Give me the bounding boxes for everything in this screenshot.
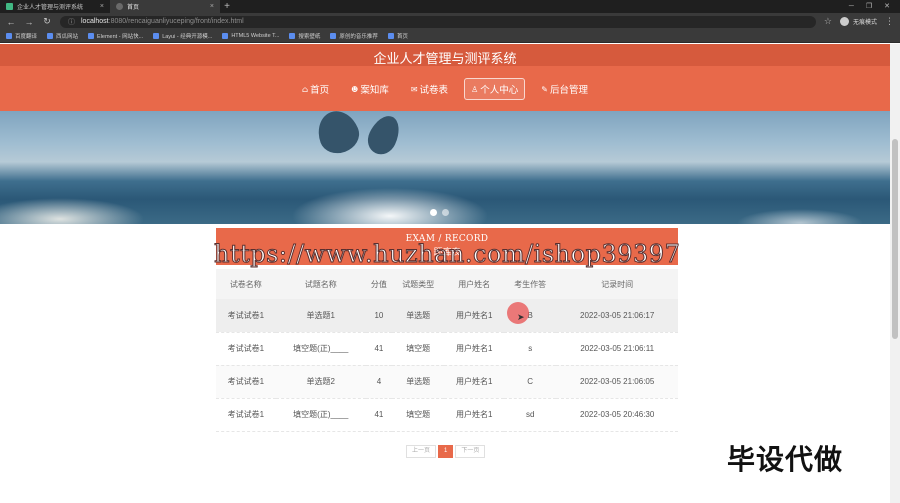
wave-splash bbox=[0, 171, 890, 224]
record-table: 试卷名称 试题名称 分值 试题类型 用户姓名 考生作答 记录时间 考试试卷1 单选… bbox=[216, 269, 678, 432]
scrollbar-thumb[interactable] bbox=[892, 139, 898, 339]
close-tab-icon[interactable]: × bbox=[210, 3, 214, 10]
address-bar: ← → ↻ ⓘ localhost:8080/rencaiguanliyucep… bbox=[0, 13, 900, 30]
carousel-indicators bbox=[430, 209, 449, 216]
bookmark-star-icon[interactable]: ☆ bbox=[824, 16, 832, 27]
site-header: 企业人才管理与测评系统 ⌂ 首页 ☻ 案知库 ✉ 试卷表 ♙ 个人中心 ✎ 后台管理 bbox=[0, 44, 890, 111]
main-nav: ⌂ 首页 ☻ 案知库 ✉ 试卷表 ♙ 个人中心 ✎ 后台管理 bbox=[0, 78, 890, 100]
table-row[interactable]: 考试试卷1 单选题2 4 单选题 用户姓名1 C 2022-03-05 21:06:05 bbox=[216, 365, 678, 399]
prev-page-button[interactable]: 上一页 bbox=[406, 445, 437, 458]
tab-title: 首页 bbox=[127, 5, 140, 11]
text-watermark: 毕设代做 bbox=[727, 443, 844, 476]
column-header: 记录时间 bbox=[556, 269, 678, 299]
column-header: 考生作答 bbox=[504, 269, 557, 299]
avatar bbox=[839, 17, 849, 26]
bookmark-icon bbox=[47, 33, 54, 39]
column-header: 用户姓名 bbox=[444, 269, 505, 299]
carousel-dot[interactable] bbox=[430, 209, 437, 216]
profile-label: 无痕模式 bbox=[852, 20, 877, 26]
url-watermark: https://www.huzhan.com/ishop39397 bbox=[214, 240, 681, 268]
pencil-icon: ✎ bbox=[541, 84, 548, 94]
url-path: :8080/rencaiguanliyuceping/front/index.h… bbox=[108, 18, 244, 25]
bookmark-item[interactable]: 原创的音乐推荐 bbox=[330, 32, 378, 40]
user-icon: ♙ bbox=[471, 84, 479, 94]
nav-item-home[interactable]: ⌂ 首页 bbox=[296, 78, 335, 100]
site-info-icon[interactable]: ⓘ bbox=[68, 17, 75, 27]
bookmark-item[interactable]: Element - 网站快... bbox=[88, 32, 143, 40]
home-icon: ⌂ bbox=[302, 84, 309, 94]
bookmark-icon bbox=[6, 33, 12, 39]
column-header: 试题类型 bbox=[392, 269, 445, 299]
nav-item-knowledge-base[interactable]: ☻ 案知库 bbox=[345, 78, 395, 100]
page-scrollbar[interactable] bbox=[890, 44, 900, 503]
bookmark-icon bbox=[330, 33, 337, 39]
url-input[interactable]: ⓘ localhost:8080/rencaiguanliyuceping/fr… bbox=[60, 15, 816, 28]
bookmarks-bar: 百度翻译 西瓜网站 Element - 网站快... Layui - 经典开源模… bbox=[0, 30, 900, 43]
minimize-icon[interactable]: ─ bbox=[849, 0, 854, 13]
banner-carousel[interactable] bbox=[0, 111, 890, 224]
browser-tab-home[interactable]: 首页 × bbox=[110, 0, 220, 13]
menu-kebab-icon[interactable]: ⋮ bbox=[885, 16, 894, 27]
reload-icon[interactable]: ↻ bbox=[42, 16, 52, 27]
mail-icon: ✉ bbox=[410, 84, 418, 94]
vue-favicon-icon bbox=[6, 3, 13, 10]
close-window-icon[interactable]: ✕ bbox=[884, 0, 890, 13]
back-icon[interactable]: ← bbox=[6, 17, 16, 27]
bookmark-item[interactable]: 搜索壁纸 bbox=[289, 32, 320, 40]
site-title: 企业人才管理与测评系统 bbox=[373, 52, 517, 67]
nav-item-admin[interactable]: ✎ 后台管理 bbox=[535, 78, 594, 100]
column-header: 试题名称 bbox=[275, 269, 366, 299]
bookmark-item[interactable]: 西瓜网站 bbox=[47, 32, 78, 40]
browser-tab-app[interactable]: 企业人才管理与测评系统 × bbox=[0, 0, 110, 13]
bookmark-item[interactable]: 首页 bbox=[387, 32, 408, 40]
window-controls: ─ ❐ ✕ bbox=[849, 0, 900, 13]
column-header: 试卷名称 bbox=[216, 269, 276, 299]
table-row[interactable]: 考试试卷1 填空题(正)____ 41 填空题 用户姓名1 sd 2022-03-05 20… bbox=[216, 398, 678, 432]
bookmark-item[interactable]: HTML5 Website T... bbox=[222, 33, 279, 39]
globe-favicon-icon bbox=[116, 3, 123, 10]
carousel-dot[interactable] bbox=[442, 209, 449, 216]
page-viewport: 企业人才管理与测评系统 ⌂ 首页 ☻ 案知库 ✉ 试卷表 ♙ 个人中心 ✎ 后台管理 EX… bbox=[0, 44, 890, 503]
bookmark-item[interactable]: Layui - 经典开源模... bbox=[153, 32, 212, 40]
table-row[interactable]: 考试试卷1 单选题1 10 单选题 用户姓名1 B 2022-03-05 21:06:17 bbox=[216, 299, 678, 333]
next-page-button[interactable]: 下一页 bbox=[455, 445, 486, 458]
page-number-button[interactable]: 1 bbox=[438, 445, 454, 458]
forward-icon[interactable]: → bbox=[24, 17, 34, 27]
dolphin-tail-image bbox=[362, 111, 406, 160]
bookmark-icon bbox=[88, 33, 95, 39]
bookmark-item[interactable]: 百度翻译 bbox=[6, 32, 37, 40]
face-icon: ☻ bbox=[351, 84, 359, 94]
nav-item-exam-papers[interactable]: ✉ 试卷表 bbox=[405, 78, 454, 100]
bookmark-icon bbox=[289, 33, 296, 39]
maximize-icon[interactable]: ❐ bbox=[866, 0, 872, 13]
table-row[interactable]: 考试试卷1 填空题(正)____ 41 填空题 用户姓名1 s 2022-03-05 21:… bbox=[216, 332, 678, 366]
table-header-row: 试卷名称 试题名称 分值 试题类型 用户姓名 考生作答 记录时间 bbox=[216, 269, 678, 299]
column-header: 分值 bbox=[365, 269, 393, 299]
tab-title: 企业人才管理与测评系统 bbox=[17, 5, 84, 11]
browser-tab-strip: 企业人才管理与测评系统 × 首页 × + ─ ❐ ✕ bbox=[0, 0, 900, 13]
bookmark-icon bbox=[222, 33, 229, 39]
close-tab-icon[interactable]: × bbox=[100, 3, 104, 10]
bookmark-icon bbox=[387, 33, 394, 39]
url-host: localhost bbox=[81, 18, 109, 25]
pagination: 上一页 1 下一页 bbox=[406, 445, 486, 458]
new-tab-button[interactable]: + bbox=[220, 0, 234, 13]
incognito-profile[interactable]: 无痕模式 bbox=[839, 17, 877, 26]
mouse-pointer-icon: ➤ bbox=[517, 312, 525, 322]
bookmark-icon bbox=[153, 33, 160, 39]
dolphin-image bbox=[312, 111, 364, 159]
nav-item-personal-center[interactable]: ♙ 个人中心 bbox=[464, 78, 526, 100]
